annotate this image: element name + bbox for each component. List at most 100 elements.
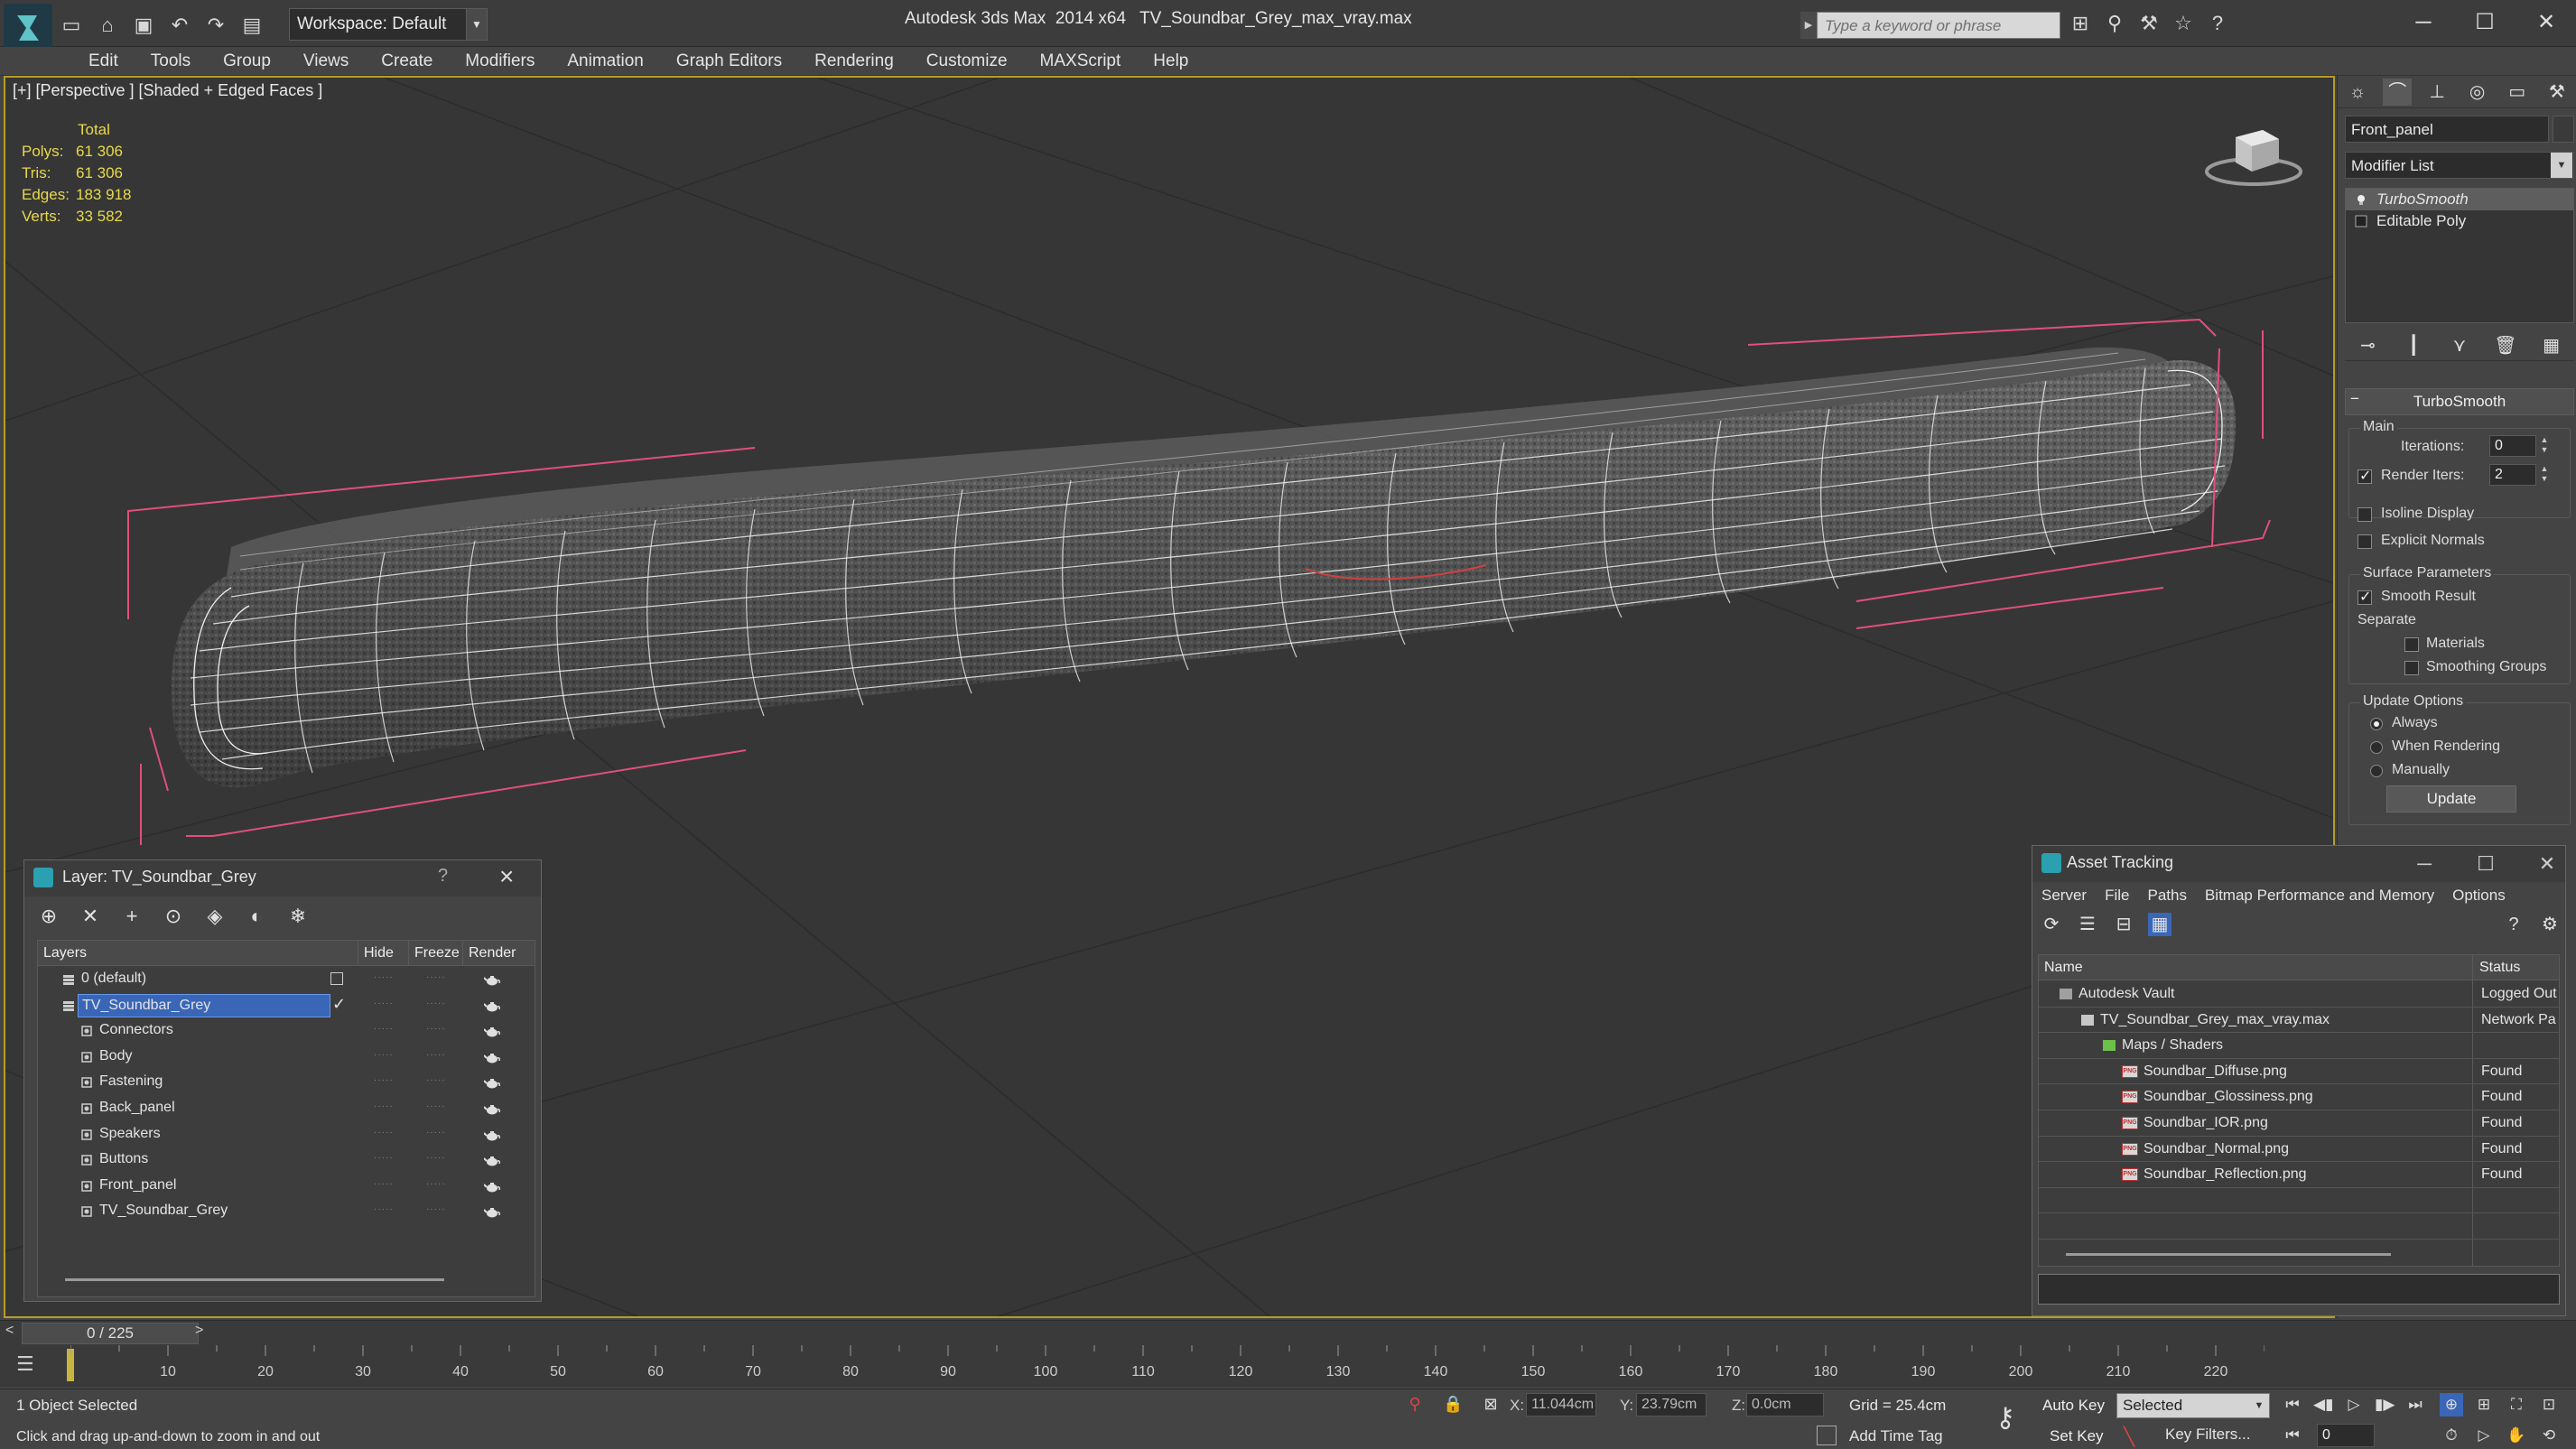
layer-row[interactable]: Back_panel ····· ····· (38, 1096, 535, 1122)
zoom-all-icon[interactable]: ⊞ (2472, 1393, 2496, 1416)
viewcube[interactable] (2199, 119, 2308, 191)
layer-row[interactable]: Speakers ····· ····· (38, 1122, 535, 1148)
app-logo-icon[interactable] (4, 4, 52, 52)
add-time-tag-button[interactable]: Add Time Tag (1849, 1427, 1943, 1445)
freeze-toggle[interactable]: ····· (426, 1102, 445, 1111)
materials-checkbox[interactable] (2404, 637, 2419, 652)
menu-modifiers[interactable]: Modifiers (449, 47, 551, 76)
close-icon[interactable]: ✕ (2516, 4, 2576, 42)
freeze-toggle[interactable]: ····· (426, 1076, 445, 1085)
layer-row[interactable]: Front_panel ····· ····· (38, 1174, 535, 1200)
menu-paths[interactable]: Paths (2138, 882, 2195, 909)
object-color-swatch[interactable] (2553, 116, 2574, 143)
layer-row[interactable]: Body ····· ····· (38, 1045, 535, 1071)
maximize-viewport-icon[interactable]: ⤢ (2570, 1424, 2576, 1447)
menu-file[interactable]: File (2096, 882, 2138, 909)
zoom-icon[interactable]: ⊕ (2440, 1393, 2463, 1416)
manually-radio[interactable] (2370, 765, 2383, 777)
chevron-down-icon[interactable]: ▼ (466, 8, 488, 41)
freeze-toggle[interactable]: ····· (426, 1025, 445, 1034)
menu-graph-editors[interactable]: Graph Editors (660, 47, 798, 76)
layer-row[interactable]: 0 (default) ····· ····· (38, 967, 535, 993)
orbit-icon[interactable]: ⟲ (2537, 1424, 2561, 1447)
column-header-status[interactable]: Status (2474, 955, 2559, 980)
render-teapot-icon[interactable] (484, 1128, 500, 1142)
refresh-icon[interactable]: ⟳ (2040, 913, 2063, 936)
asset-row[interactable]: PNG Soundbar_IOR.png Found (2039, 1110, 2559, 1137)
layer-row[interactable]: Connectors ····· ····· (38, 1018, 535, 1045)
column-header-freeze[interactable]: Freeze (408, 941, 462, 966)
track-bar[interactable]: ☰ 10 20 30 40 50 60 70 80 90 100 110 120 130 140 150 16… (0, 1345, 2576, 1387)
menu-create[interactable]: Create (365, 47, 449, 76)
render-teapot-icon[interactable] (484, 1050, 500, 1064)
update-button[interactable]: Update (2386, 785, 2516, 813)
turbosmooth-rollout-header[interactable]: TurboSmooth (2345, 388, 2574, 415)
modifier-list-dropdown[interactable]: Modifier List (2345, 152, 2574, 179)
chevron-down-icon[interactable]: ▼ (2250, 1394, 2268, 1417)
remove-modifier-icon[interactable]: 🗑 (2493, 333, 2518, 358)
render-teapot-icon[interactable] (484, 1075, 500, 1090)
transform-mode-icon[interactable]: ⊠ (1481, 1393, 1501, 1415)
iterations-spinner[interactable]: 0 (2489, 435, 2536, 457)
column-header-name[interactable]: Name (2039, 955, 2472, 980)
curve-editor-icon[interactable]: ☰ (16, 1352, 34, 1376)
freeze-toggle[interactable]: ····· (426, 1050, 445, 1059)
display-icon[interactable]: ▭ (2503, 79, 2532, 106)
layer-row-name[interactable]: 0 (default) (78, 968, 330, 991)
layer-row-name[interactable]: Body (96, 1045, 330, 1069)
table-view-icon[interactable]: ▦ (2148, 913, 2171, 936)
freeze-toggle[interactable]: ····· (426, 1205, 445, 1214)
menu-group[interactable]: Group (207, 47, 287, 76)
menu-server[interactable]: Server (2032, 882, 2096, 909)
spinner-arrows-icon[interactable]: ▲ ▼ (2538, 435, 2551, 457)
hide-toggle[interactable]: ····· (374, 1076, 393, 1085)
asset-row[interactable]: PNG Soundbar_Glossiness.png Found (2039, 1084, 2559, 1110)
menu-bitmap-performance[interactable]: Bitmap Performance and Memory (2196, 882, 2443, 909)
lightbulb-icon[interactable] (2355, 193, 2367, 206)
asset-row[interactable]: PNG Soundbar_Normal.png Found (2039, 1137, 2559, 1163)
hide-toggle[interactable]: ····· (374, 1205, 393, 1214)
binoculars-icon[interactable]: ⊞ (2069, 11, 2091, 36)
asset-row[interactable]: Autodesk Vault Logged Out (2039, 981, 2559, 1008)
help-icon[interactable]: ? (2502, 913, 2525, 936)
hide-toggle[interactable]: ····· (374, 1102, 393, 1111)
time-config-icon[interactable]: ⏱ (2440, 1424, 2463, 1447)
menu-tools[interactable]: Tools (135, 47, 207, 76)
dialog-title-bar[interactable]: Layer: TV_Soundbar_Grey ? × (24, 860, 541, 896)
menu-views[interactable]: Views (287, 47, 365, 76)
utilities-icon[interactable]: ⚒ (2543, 79, 2571, 106)
set-key-button[interactable]: Set Key (2050, 1424, 2109, 1449)
object-name-field[interactable]: Front_panel (2345, 116, 2549, 143)
menu-rendering[interactable]: Rendering (798, 47, 910, 76)
column-header-hide[interactable]: Hide (358, 941, 408, 966)
pan-icon[interactable]: ✋ (2505, 1424, 2528, 1447)
layer-row[interactable]: TV_Soundbar_Grey ✓ ····· ····· (38, 993, 535, 1019)
go-to-start-icon[interactable]: ⏮ (2283, 1393, 2302, 1416)
freeze-all-icon[interactable]: ❄ (286, 905, 310, 928)
highlight-selected-icon[interactable]: ◈ (203, 905, 227, 928)
layer-row-name[interactable]: Fastening (96, 1071, 330, 1094)
redo-icon[interactable]: ↷ (204, 14, 228, 37)
asset-row[interactable]: PNG Soundbar_Diffuse.png Found (2039, 1059, 2559, 1085)
chevron-left-icon[interactable]: < (5, 1323, 14, 1339)
asset-row[interactable]: Maps / Shaders (2039, 1033, 2559, 1059)
hide-toggle[interactable]: ····· (374, 999, 393, 1008)
field-of-view-icon[interactable]: ▷ (2472, 1424, 2496, 1447)
asset-path-field[interactable] (2038, 1274, 2560, 1305)
settings-icon[interactable]: ⚙ (2538, 913, 2562, 936)
layer-row-name[interactable]: Connectors (96, 1019, 330, 1043)
layer-row-name[interactable]: Front_panel (96, 1175, 330, 1198)
layer-row-name[interactable]: TV_Soundbar_Grey (78, 993, 330, 1017)
modify-icon[interactable]: ⌒ (2383, 78, 2413, 106)
freeze-toggle[interactable]: ····· (426, 973, 445, 982)
hide-toggle[interactable]: ····· (374, 1050, 393, 1059)
horizontal-scrollbar[interactable] (2066, 1253, 2391, 1256)
y-coordinate-field[interactable]: 23.79cm (1636, 1393, 1706, 1416)
zoom-extents-all-icon[interactable]: ⊡ (2537, 1393, 2561, 1416)
freeze-toggle[interactable]: ····· (426, 1179, 445, 1188)
auto-key-button[interactable]: Auto Key (2042, 1393, 2113, 1418)
zoom-extents-icon[interactable]: ⛶ (2505, 1393, 2528, 1416)
subscription-icon[interactable]: ⚲ (2104, 11, 2125, 36)
smooth-result-checkbox[interactable] (2357, 588, 2372, 606)
render-teapot-icon[interactable] (484, 1024, 500, 1038)
